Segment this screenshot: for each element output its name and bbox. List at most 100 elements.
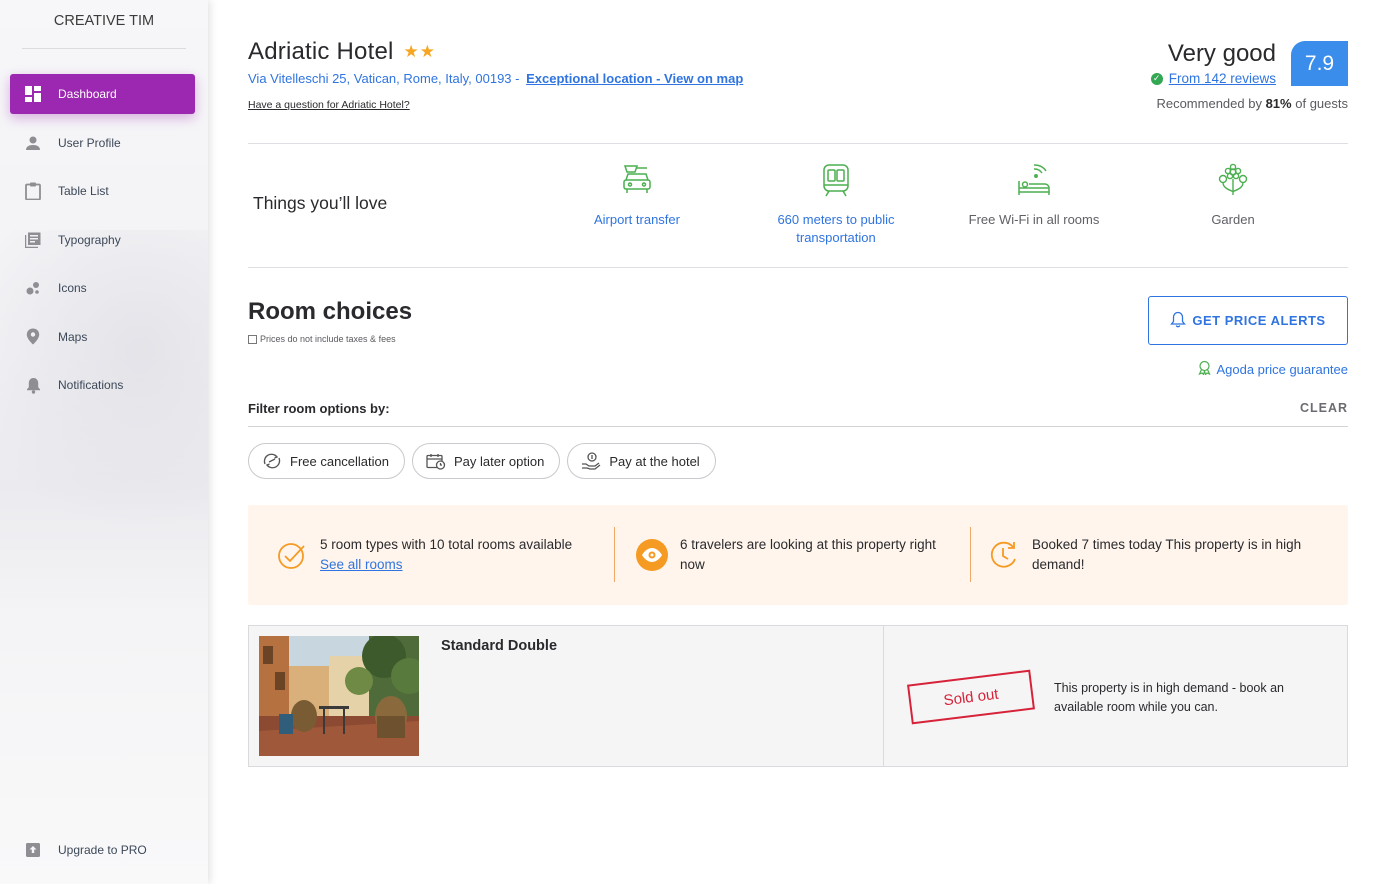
amenity-label: Garden (1211, 212, 1255, 227)
prices-note-text: Prices do not include taxes & fees (260, 334, 396, 344)
price-guarantee-label: Agoda price guarantee (1216, 361, 1348, 377)
divider (248, 267, 1348, 268)
calendar-clock-icon (426, 453, 446, 470)
sidebar-item-user-profile[interactable]: User Profile (10, 123, 195, 163)
demand-banner: 5 room types with 10 total rooms availab… (248, 505, 1348, 605)
upgrade-label: Upgrade to PRO (58, 843, 147, 857)
dashboard-icon (24, 85, 42, 103)
library-books-icon (24, 231, 42, 249)
see-all-rooms-link[interactable]: See all rooms (320, 557, 403, 572)
room-choices-title: Room choices (248, 298, 413, 325)
sidebar-item-label: Table List (58, 184, 109, 198)
reviews-count: ✓ From 142 reviews (1150, 71, 1276, 86)
cancellation-icon (262, 453, 282, 469)
sidebar-item-label: Maps (58, 329, 88, 344)
wifi-bed-icon (949, 160, 1119, 200)
person-icon (24, 134, 42, 152)
brand-logo[interactable]: CREATIVE TIM (22, 0, 186, 49)
filter-label: Filter room options by: (248, 401, 390, 416)
clock-icon (988, 539, 1020, 571)
room-card: Standard Double Sold out This property i… (248, 625, 1348, 767)
divider (248, 143, 1348, 144)
viewers-cell: 6 travelers are looking at this property… (636, 505, 956, 605)
booked-text: Booked 7 times today This property is in… (1032, 537, 1302, 572)
bell-icon (24, 376, 42, 394)
check-circle-icon: ✓ (1150, 72, 1163, 85)
divider (248, 426, 1348, 427)
receipt-icon (248, 334, 257, 344)
location-pin-icon (24, 328, 42, 346)
clear-filters-button[interactable]: CLEAR (1300, 401, 1348, 415)
chip-label: Pay at the hotel (609, 453, 700, 469)
chip-label: Pay later option (454, 453, 545, 469)
filter-chips: Free cancellation Pay later option Pay a… (248, 443, 716, 479)
sidebar-item-label: Notifications (58, 378, 124, 392)
sidebar: CREATIVE TIM Dashboard User Profile Tabl… (0, 0, 208, 884)
sidebar-item-typography[interactable]: Typography (10, 220, 195, 260)
availability-cell: 5 room types with 10 total rooms availab… (276, 505, 616, 605)
get-price-alerts-button[interactable]: GET PRICE ALERTS (1148, 296, 1348, 345)
view-on-map-link[interactable]: Exceptional location - View on map (526, 71, 743, 86)
chip-label: Free cancellation (290, 453, 389, 469)
recommend-prefix: Recommended by (1156, 96, 1262, 111)
separator (614, 527, 615, 582)
amenity-label: 660 meters to public transportation (777, 212, 895, 245)
filter-chip-pay-later[interactable]: Pay later option (412, 443, 561, 479)
check-circle-outline-icon (276, 539, 308, 571)
badge-icon (1197, 360, 1212, 378)
hotel-address: Via Vitelleschi 25, Vatican, Rome, Italy… (248, 71, 743, 86)
train-icon (751, 160, 921, 200)
sidebar-item-label: Typography (58, 232, 121, 247)
sidebar-item-maps[interactable]: Maps (10, 317, 195, 357)
sidebar-item-dashboard[interactable]: Dashboard (10, 74, 195, 114)
amenity-garden: Garden (1148, 160, 1318, 229)
sidebar-item-label: User Profile (58, 135, 121, 150)
separator (970, 527, 971, 582)
app-window: CREATIVE TIM Dashboard User Profile Tabl… (0, 0, 1389, 884)
room-details: Standard Double (249, 626, 884, 766)
amenity-public-transportation[interactable]: 660 meters to public transportation (751, 160, 921, 247)
review-score-badge[interactable]: 7.9 (1291, 41, 1348, 86)
availability-text: 5 room types with 10 total rooms availab… (320, 537, 573, 552)
sidebar-item-notifications[interactable]: Notifications (10, 365, 195, 405)
unarchive-icon (24, 841, 42, 859)
sidebar-item-label: Icons (58, 281, 87, 295)
sold-out-stamp: Sold out (907, 669, 1035, 725)
sidebar-item-label: Dashboard (58, 87, 117, 101)
address-text: Via Vitelleschi 25, Vatican, Rome, Italy… (248, 71, 520, 86)
recommend-suffix: of guests (1295, 96, 1348, 111)
things-you-love-title: Things you’ll love (253, 193, 388, 213)
airport-transfer-icon (552, 160, 722, 200)
hotel-title: Adriatic Hotel ★★ (248, 38, 436, 66)
filter-chip-free-cancellation[interactable]: Free cancellation (248, 443, 405, 479)
amenity-airport-transfer[interactable]: Airport transfer (552, 160, 722, 229)
hand-coin-icon (581, 452, 601, 470)
room-photo[interactable] (259, 636, 419, 756)
sidebar-item-table-list[interactable]: Table List (10, 171, 195, 211)
rating-block: Very good 7.9 ✓ From 142 reviews Recomme… (1088, 40, 1348, 120)
bubbles-icon (24, 279, 42, 297)
viewers-text: 6 travelers are looking at this property… (680, 537, 936, 572)
amenity-label: Airport transfer (594, 212, 680, 227)
booked-cell: Booked 7 times today This property is in… (988, 505, 1328, 605)
flower-icon (1148, 160, 1318, 200)
eye-icon (636, 539, 668, 571)
prices-note: Prices do not include taxes & fees (248, 334, 396, 344)
amenity-free-wifi: Free Wi-Fi in all rooms (949, 160, 1119, 229)
star-rating-icon: ★★ (403, 42, 437, 61)
clipboard-icon (24, 182, 42, 200)
upgrade-to-pro-link[interactable]: Upgrade to PRO (10, 830, 195, 870)
bell-outline-icon (1170, 311, 1187, 331)
price-guarantee-link[interactable]: Agoda price guarantee (1197, 360, 1348, 378)
recommend-text: Recommended by 81% of guests (1156, 96, 1348, 111)
amenity-label: Free Wi-Fi in all rooms (968, 212, 1100, 227)
filter-chip-pay-at-hotel[interactable]: Pay at the hotel (567, 443, 716, 479)
recommend-percent: 81% (1265, 96, 1292, 111)
question-link[interactable]: Have a question for Adriatic Hotel? (248, 99, 410, 111)
high-demand-note: This property is in high demand - book a… (1054, 681, 1284, 714)
rating-label: Very good (1167, 40, 1276, 67)
reviews-link[interactable]: From 142 reviews (1169, 71, 1276, 86)
sidebar-item-icons[interactable]: Icons (10, 268, 195, 308)
get-price-alerts-label: GET PRICE ALERTS (1192, 313, 1326, 328)
room-name: Standard Double (441, 638, 558, 654)
